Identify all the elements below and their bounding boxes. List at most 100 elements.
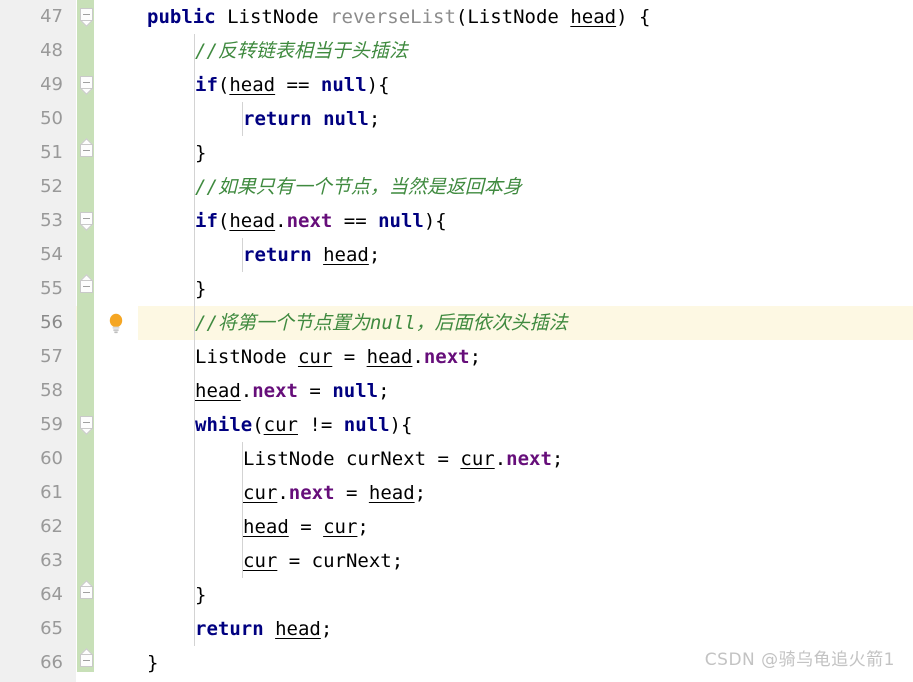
line-number-50[interactable]: 50 — [3, 102, 63, 136]
code-line-text: } — [195, 584, 206, 606]
variable-head: head — [323, 244, 369, 266]
punctuation: = — [297, 380, 333, 402]
fold-start-icon-line-59[interactable] — [80, 416, 97, 435]
code-line-64[interactable]: } — [138, 578, 913, 612]
fold-end-icon-line-66[interactable] — [80, 648, 97, 671]
keyword: while — [195, 414, 253, 436]
code-line-text: } — [147, 652, 158, 674]
code-line-59[interactable]: while(cur != null){ — [138, 408, 913, 442]
fold-end-icon-line-51[interactable] — [80, 138, 97, 161]
variable-head: head — [366, 346, 413, 368]
code-line-47[interactable]: public ListNode reverseList(ListNode hea… — [138, 0, 913, 34]
code-comment: //如果只有一个节点，当然是返回本身 — [195, 176, 522, 198]
code-line-54[interactable]: return head; — [138, 238, 913, 272]
punctuation: ){ — [423, 210, 447, 232]
fold-end-icon-line-64[interactable] — [80, 580, 97, 603]
code-line-63[interactable]: cur = curNext; — [138, 544, 913, 578]
punctuation — [287, 346, 298, 368]
fold-end-icon-line-55[interactable] — [80, 274, 97, 297]
code-line-49[interactable]: if(head == null){ — [138, 68, 913, 102]
fold-start-icon-line-47[interactable] — [80, 8, 97, 27]
keyword: return — [243, 108, 312, 130]
line-number-66[interactable]: 66 — [3, 646, 63, 680]
code-line-56[interactable]: //将第一个节点置为null，后面依次头插法 — [138, 306, 913, 340]
keyword: null — [343, 414, 390, 436]
variable-head: head — [195, 380, 241, 402]
line-number-52[interactable]: 52 — [3, 170, 63, 204]
variable-cur: cur — [323, 516, 358, 538]
variable-head: head — [243, 516, 289, 538]
code-content[interactable]: public ListNode reverseList(ListNode hea… — [138, 0, 913, 682]
code-line-text: //将第一个节点置为null，后面依次头插法 — [195, 312, 568, 334]
line-number-53[interactable]: 53 — [3, 204, 63, 238]
field-ref: next — [288, 482, 335, 504]
code-editor: 47 48 49 50 51 52 53 54 55 56 57 58 59 60 61 62 63 64 65 66… — [0, 0, 913, 682]
line-number-48[interactable]: 48 — [3, 34, 63, 68]
line-number-62[interactable]: 62 — [3, 510, 63, 544]
line-number-51[interactable]: 51 — [3, 136, 63, 170]
code-line-text: cur = curNext; — [243, 550, 403, 572]
line-number-56[interactable]: 56 — [3, 306, 63, 340]
line-number-60[interactable]: 60 — [3, 442, 63, 476]
code-line-65[interactable]: return head; — [138, 612, 913, 646]
code-line-text: ListNode curNext = cur.next; — [243, 448, 563, 470]
code-line-53[interactable]: if(head.next == null){ — [138, 204, 913, 238]
keyword: null — [332, 380, 379, 402]
line-number-gutter[interactable]: 47 48 49 50 51 52 53 54 55 56 57 58 59 60 61 62 63 64 65 66 — [0, 0, 76, 682]
variable-cur: cur — [243, 550, 278, 572]
vcs-change-marker[interactable] — [77, 0, 94, 672]
line-number-49[interactable]: 49 — [3, 68, 63, 102]
type-name: ListNode — [227, 6, 319, 28]
variable-cur: cur — [460, 448, 495, 470]
line-number-57[interactable]: 57 — [3, 340, 63, 374]
variable-head: head — [229, 74, 276, 96]
code-line-51[interactable]: } — [138, 136, 913, 170]
punctuation: ; — [368, 108, 381, 130]
punctuation — [312, 108, 323, 130]
code-line-52[interactable]: //如果只有一个节点，当然是返回本身 — [138, 170, 913, 204]
code-line-55[interactable]: } — [138, 272, 913, 306]
line-number-54[interactable]: 54 — [3, 238, 63, 272]
code-line-text: head = cur; — [243, 516, 369, 538]
punctuation: } — [195, 584, 207, 606]
line-number-55[interactable]: 55 — [3, 272, 63, 306]
fold-start-icon-line-49[interactable] — [80, 76, 97, 95]
punctuation — [312, 244, 323, 266]
keyword: null — [323, 108, 369, 130]
line-number-47[interactable]: 47 — [3, 0, 63, 34]
code-line-48[interactable]: //反转链表相当于头插法 — [138, 34, 913, 68]
code-line-58[interactable]: head.next = null; — [138, 374, 913, 408]
type-name: ListNode — [243, 448, 335, 470]
fold-start-icon-line-53[interactable] — [80, 212, 97, 231]
line-number-61[interactable]: 61 — [3, 476, 63, 510]
line-number-65[interactable]: 65 — [3, 612, 63, 646]
code-line-50[interactable]: return null; — [138, 102, 913, 136]
punctuation: ( — [252, 414, 264, 436]
punctuation: } — [195, 278, 207, 300]
punctuation: ; — [357, 516, 369, 538]
code-line-60[interactable]: ListNode curNext = cur.next; — [138, 442, 913, 476]
line-number-63[interactable]: 63 — [3, 544, 63, 578]
punctuation: ; — [414, 482, 427, 504]
code-line-text: while(cur != null){ — [195, 414, 412, 436]
code-line-57[interactable]: ListNode cur = head.next; — [138, 340, 913, 374]
punctuation: . — [240, 380, 253, 402]
punctuation: ; — [551, 448, 564, 470]
field-ref: next — [423, 346, 470, 368]
line-number-58[interactable]: 58 — [3, 374, 63, 408]
code-line-61[interactable]: cur.next = head; — [138, 476, 913, 510]
identifier: curNext — [311, 550, 392, 572]
variable-head: head — [570, 6, 617, 28]
punctuation: . — [494, 448, 507, 470]
code-folding-gutter[interactable] — [94, 0, 138, 682]
field-ref: next — [506, 448, 552, 470]
code-line-text: } — [195, 142, 206, 164]
line-number-64[interactable]: 64 — [3, 578, 63, 612]
punctuation: != — [297, 414, 344, 436]
punctuation: ; — [320, 618, 333, 640]
punctuation — [559, 6, 570, 28]
line-number-59[interactable]: 59 — [3, 408, 63, 442]
punctuation — [319, 6, 330, 28]
code-line-62[interactable]: head = cur; — [138, 510, 913, 544]
lightbulb-icon[interactable] — [106, 311, 126, 335]
